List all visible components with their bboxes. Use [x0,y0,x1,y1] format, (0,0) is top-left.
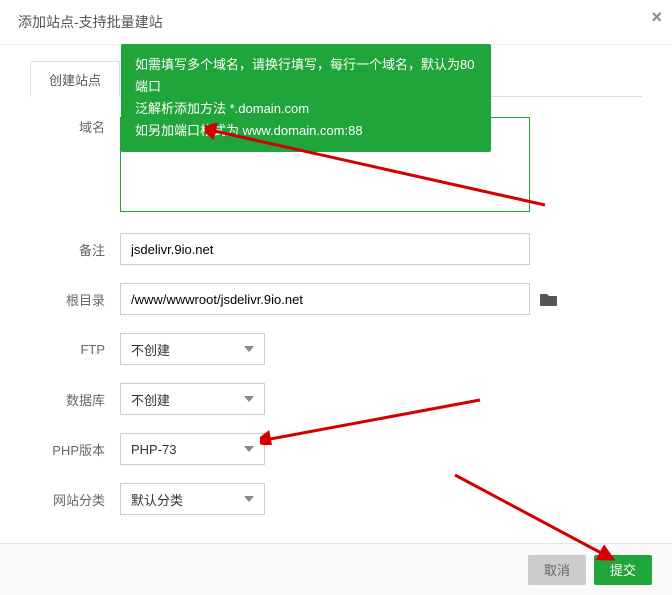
submit-button[interactable]: 提交 [594,555,652,585]
modal-title: 添加站点-支持批量建站 [18,14,163,30]
tooltip-line3: 如另加端口格式为 www.domain.com:88 [135,120,477,142]
modal-body: 创建站点 如需填写多个域名，请换行填写，每行一个域名，默认为80端口 泛解析添加… [0,45,672,515]
chevron-down-icon [244,346,254,352]
label-ftp: FTP [30,342,120,357]
label-php: PHP版本 [30,440,120,459]
modal-footer: 取消 提交 [0,543,672,595]
ftp-value: 不创建 [131,340,170,359]
row-note: 备注 [30,233,642,265]
label-root: 根目录 [30,290,120,309]
ftp-select[interactable]: 不创建 [120,333,265,365]
row-php: PHP版本 PHP-73 [30,433,642,465]
root-input[interactable] [120,283,530,315]
label-domain: 域名 [30,117,120,136]
row-db: 数据库 不创建 [30,383,642,415]
folder-icon[interactable] [540,292,558,306]
tabs: 创建站点 如需填写多个域名，请换行填写，每行一个域名，默认为80端口 泛解析添加… [30,60,642,97]
tab-create-site[interactable]: 创建站点 如需填写多个域名，请换行填写，每行一个域名，默认为80端口 泛解析添加… [30,61,120,97]
tooltip-line2: 泛解析添加方法 *.domain.com [135,98,477,120]
note-input[interactable] [120,233,530,265]
close-icon[interactable]: × [651,8,662,26]
row-root: 根目录 [30,283,642,315]
label-note: 备注 [30,240,120,259]
cancel-button[interactable]: 取消 [528,555,586,585]
chevron-down-icon [244,446,254,452]
row-category: 网站分类 默认分类 [30,483,642,515]
domain-tooltip: 如需填写多个域名，请换行填写，每行一个域名，默认为80端口 泛解析添加方法 *.… [121,44,491,152]
chevron-down-icon [244,396,254,402]
row-ftp: FTP 不创建 [30,333,642,365]
php-value: PHP-73 [131,442,177,457]
tooltip-line1: 如需填写多个域名，请换行填写，每行一个域名，默认为80端口 [135,54,477,98]
chevron-down-icon [244,496,254,502]
category-value: 默认分类 [131,490,183,509]
label-db: 数据库 [30,390,120,409]
tab-label: 创建站点 [49,73,101,88]
modal-header: 添加站点-支持批量建站 × [0,0,672,45]
label-category: 网站分类 [30,490,120,509]
php-select[interactable]: PHP-73 [120,433,265,465]
category-select[interactable]: 默认分类 [120,483,265,515]
db-value: 不创建 [131,390,170,409]
db-select[interactable]: 不创建 [120,383,265,415]
